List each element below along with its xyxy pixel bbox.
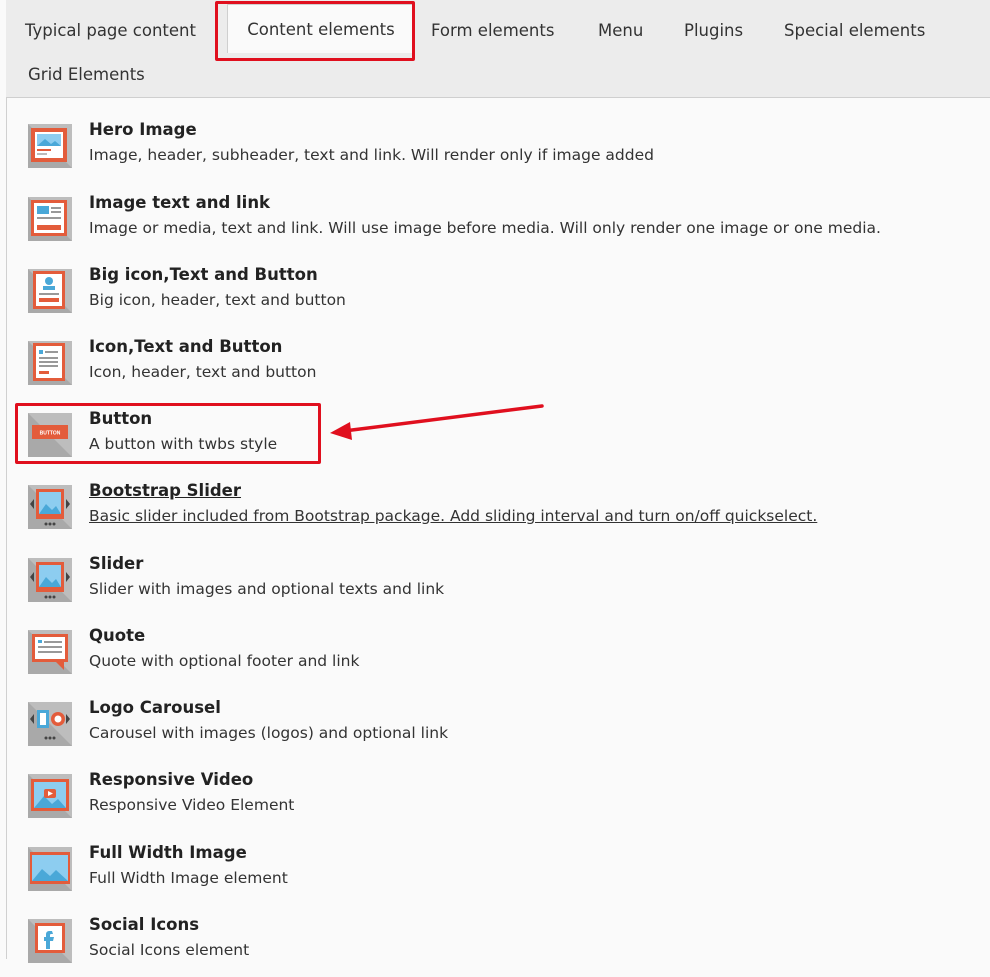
item-title: Logo Carousel: [89, 698, 221, 717]
slider-icon: [28, 558, 72, 602]
tab-typical-page-content[interactable]: Typical page content: [25, 21, 196, 40]
big-icon-text-button-icon: [28, 269, 72, 313]
highlight-box-tab: [215, 1, 415, 61]
highlight-box-button: [15, 403, 321, 464]
tab-special-elements[interactable]: Special elements: [784, 21, 925, 40]
item-description: Big icon, header, text and button: [89, 291, 346, 309]
list-item[interactable]: Bootstrap Slider Basic slider included f…: [28, 481, 978, 543]
panel-border: [6, 0, 7, 959]
item-title: Bootstrap Slider: [89, 481, 242, 500]
item-description: Icon, header, text and button: [89, 363, 317, 381]
item-title: Slider: [89, 554, 144, 573]
bootstrap-slider-icon: [28, 485, 72, 529]
annotation-arrow: [330, 404, 544, 440]
item-description: Image, header, subheader, text and link.…: [89, 146, 654, 164]
social-icons-icon: [28, 919, 72, 963]
item-description: Image or media, text and link. Will use …: [89, 219, 881, 237]
list-item[interactable]: Slider Slider with images and optional t…: [28, 554, 978, 616]
image-text-link-icon: [28, 197, 72, 241]
item-description: Responsive Video Element: [89, 796, 295, 814]
item-description: Full Width Image element: [89, 869, 288, 887]
list-item[interactable]: Icon,Text and Button Icon, header, text …: [28, 337, 978, 399]
list-item[interactable]: Logo Carousel Carousel with images (logo…: [28, 698, 978, 760]
list-item[interactable]: Big icon,Text and Button Big icon, heade…: [28, 265, 978, 327]
item-title: Full Width Image: [89, 843, 247, 862]
responsive-video-icon: [28, 774, 72, 818]
item-description: Slider with images and optional texts an…: [89, 580, 445, 598]
item-description: Basic slider included from Bootstrap pac…: [89, 507, 818, 525]
item-title: Hero Image: [89, 120, 197, 139]
item-title: Image text and link: [89, 193, 271, 212]
item-description: Social Icons element: [89, 941, 250, 959]
item-title: Quote: [89, 626, 146, 645]
tab-bar: Typical page content Content elements Fo…: [6, 0, 990, 98]
item-title: Icon,Text and Button: [89, 337, 283, 356]
list-item[interactable]: Full Width Image Full Width Image elemen…: [28, 843, 978, 905]
item-title: Big icon,Text and Button: [89, 265, 318, 284]
tab-menu[interactable]: Menu: [598, 21, 643, 40]
quote-icon: [28, 630, 72, 674]
tab-form-elements[interactable]: Form elements: [431, 21, 554, 40]
list-item[interactable]: Social Icons Social Icons element: [28, 915, 978, 977]
tab-plugins[interactable]: Plugins: [684, 21, 743, 40]
item-description: Carousel with images (logos) and optiona…: [89, 724, 449, 742]
item-description: Quote with optional footer and link: [89, 652, 360, 670]
item-title: Social Icons: [89, 915, 200, 934]
list-item[interactable]: Hero Image Image, header, subheader, tex…: [28, 120, 978, 182]
logo-carousel-icon: [28, 702, 72, 746]
list-item[interactable]: Quote Quote with optional footer and lin…: [28, 626, 978, 688]
icon-text-button-icon: [28, 341, 72, 385]
tab-grid-elements[interactable]: Grid Elements: [28, 65, 145, 84]
list-item[interactable]: Responsive Video Responsive Video Elemen…: [28, 770, 978, 832]
full-width-image-icon: [28, 847, 72, 891]
list-item[interactable]: Image text and link Image or media, text…: [28, 193, 978, 255]
item-title: Responsive Video: [89, 770, 254, 789]
hero-image-icon: [28, 124, 72, 168]
